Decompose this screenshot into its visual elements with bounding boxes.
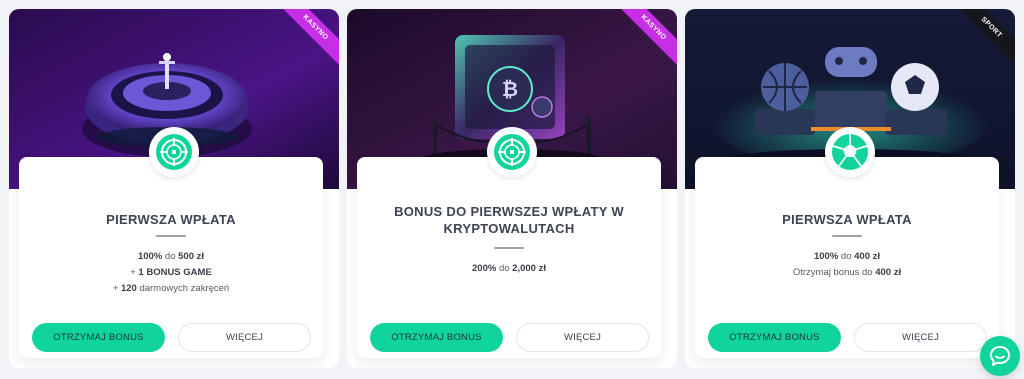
title-divider bbox=[494, 247, 524, 249]
more-button[interactable]: WIĘCEJ bbox=[178, 323, 311, 352]
promo-title: PIERWSZA WPŁATA bbox=[106, 212, 236, 227]
promo-line-1: 200% do 2,000 zł bbox=[472, 263, 546, 274]
promo-title: BONUS DO PIERWSZEJ WPŁATY W KRYPTOWALUTA… bbox=[394, 204, 624, 236]
promo-panel: BONUS DO PIERWSZEJ WPŁATY W KRYPTOWALUTA… bbox=[357, 157, 661, 358]
badge bbox=[149, 127, 199, 177]
badge bbox=[825, 127, 875, 177]
promo-card-casino-crypto: ₿ KASYNO BONUS DO PIERWSZEJ WPŁATY W KRY… bbox=[347, 9, 677, 368]
promo-line-1: 100% do 400 zł bbox=[813, 251, 881, 262]
roulette-icon bbox=[156, 134, 192, 170]
claim-bonus-button[interactable]: OTRZYMAJ BONUS bbox=[370, 323, 503, 352]
title-divider bbox=[832, 235, 862, 237]
badge bbox=[487, 127, 537, 177]
promo-panel: PIERWSZA WPŁATA 100% do 400 zł Otrzymaj … bbox=[695, 157, 999, 358]
promo-line-3: + 120 darmowych zakręceń bbox=[112, 283, 230, 294]
promo-panel: PIERWSZA WPŁATA 100% do 500 zł + 1 BONUS… bbox=[19, 157, 323, 358]
more-button[interactable]: WIĘCEJ bbox=[516, 323, 649, 352]
promo-line-1: 100% do 500 zł bbox=[137, 251, 205, 262]
claim-bonus-button[interactable]: OTRZYMAJ BONUS bbox=[708, 323, 841, 352]
promo-line-2: + 1 BONUS GAME bbox=[130, 267, 212, 278]
promo-line-2: Otrzymaj bonus do 400 zł bbox=[792, 267, 902, 278]
chat-button[interactable] bbox=[980, 336, 1020, 376]
chat-bubble-icon bbox=[990, 346, 1010, 366]
more-button[interactable]: WIĘCEJ bbox=[854, 323, 987, 352]
soccer-ball-icon bbox=[832, 134, 868, 170]
title-divider bbox=[156, 235, 186, 237]
promo-card-sport-first-deposit: SPORT PIERWSZA WPŁATA 100% do 400 zł Otr… bbox=[685, 9, 1015, 368]
claim-bonus-button[interactable]: OTRZYMAJ BONUS bbox=[32, 323, 165, 352]
svg-text:₿: ₿ bbox=[502, 77, 518, 101]
roulette-icon bbox=[494, 134, 530, 170]
promo-title: PIERWSZA WPŁATA bbox=[782, 212, 912, 227]
promo-card-casino-first-deposit: KASYNO PIERWSZA WPŁATA 100% do 500 zł + … bbox=[9, 9, 339, 368]
